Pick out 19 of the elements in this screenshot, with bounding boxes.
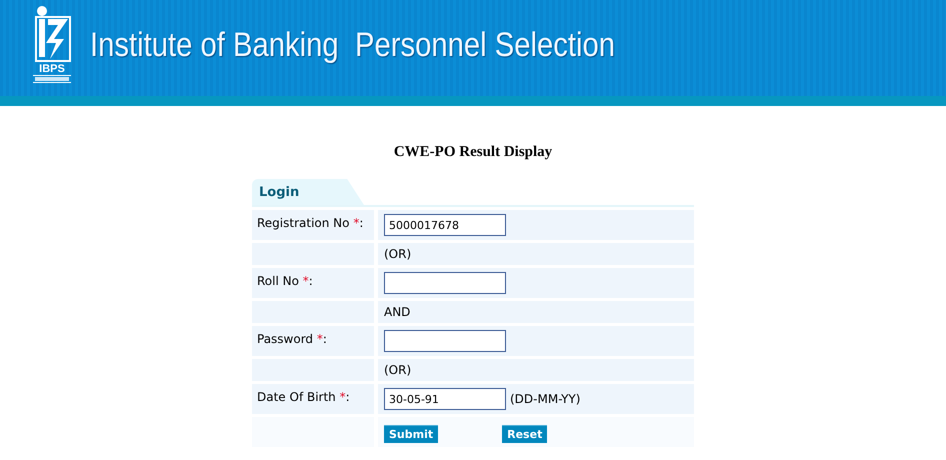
separator-text: AND	[384, 305, 410, 319]
logo-text: IBPS	[39, 63, 65, 75]
form-button[interactable]: Submit	[384, 425, 438, 443]
separator-text: (OR)	[384, 247, 412, 261]
tagline-mark-icon	[33, 75, 71, 83]
input-field[interactable]	[384, 272, 506, 294]
input-field[interactable]	[384, 330, 506, 352]
field-label: Registration No *:	[252, 210, 374, 240]
field-label: Password *:	[252, 326, 374, 356]
logo-icon	[32, 5, 72, 63]
form-button[interactable]: Reset	[502, 425, 548, 443]
input-field[interactable]: 5000017678	[384, 214, 506, 236]
field-label: Roll No *:	[252, 268, 374, 298]
format-hint: (DD-MM-YY)	[510, 391, 580, 406]
separator-text: (OR)	[384, 363, 412, 377]
page-title: CWE-PO Result Display	[394, 144, 552, 161]
site-title: Institute of Banking Personnel Selection	[90, 26, 616, 64]
field-label: Date Of Birth *:	[252, 384, 374, 414]
input-field[interactable]: 30-05-91	[384, 388, 506, 410]
